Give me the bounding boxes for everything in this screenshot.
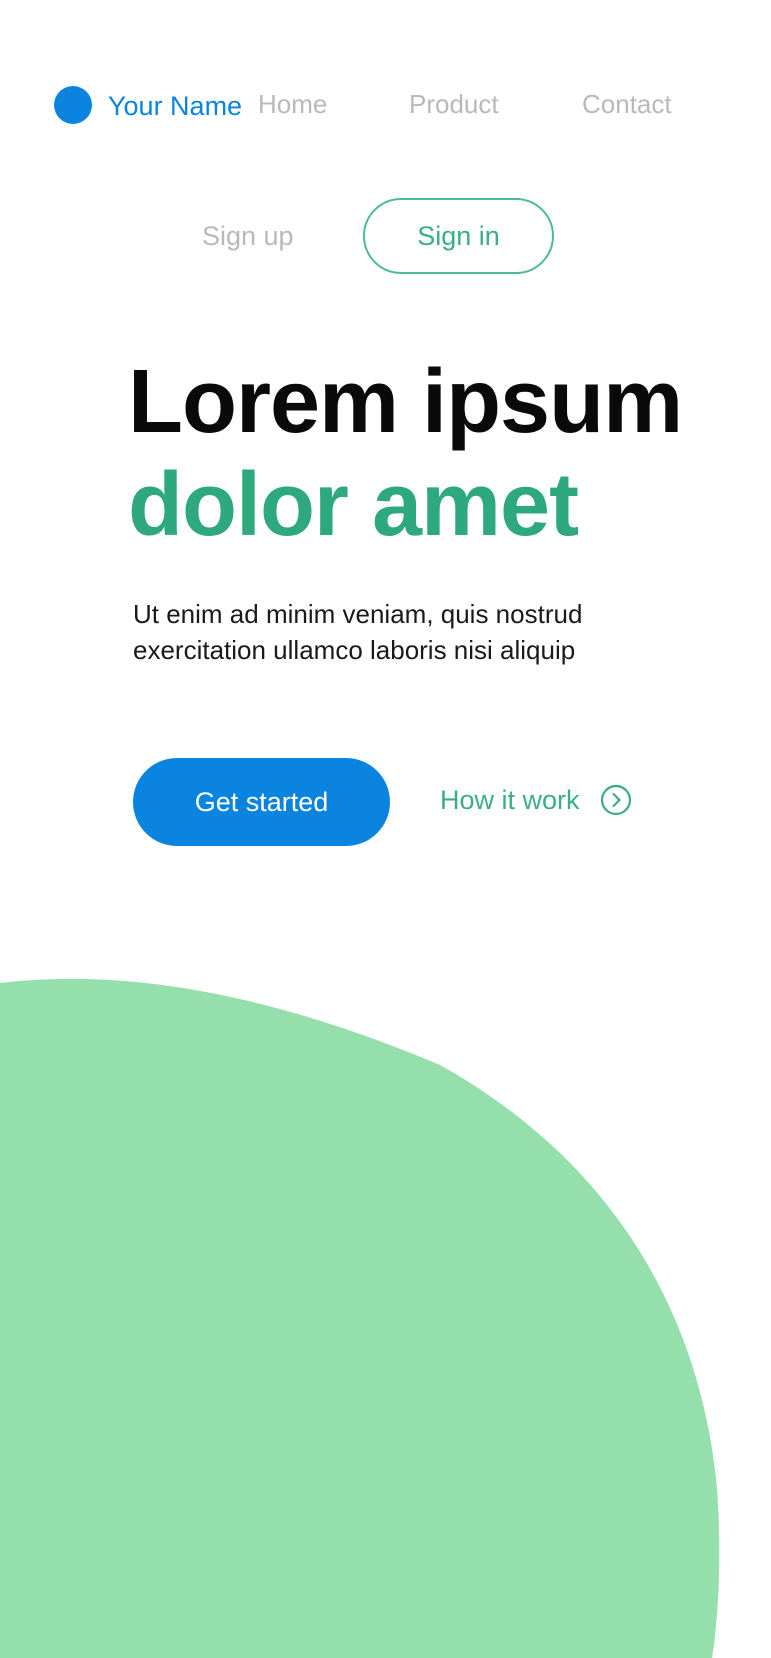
hero-description: Ut enim ad minim veniam, quis nostrud ex… [133,599,583,665]
nav-home[interactable]: Home [258,88,327,120]
hero-title-line-2: dolor amet [128,455,579,555]
sign-in-button[interactable]: Sign in [363,198,554,274]
how-it-work-link[interactable]: How it work [440,780,632,820]
how-it-work-label: How it work [440,785,580,815]
nav-contact[interactable]: Contact [582,88,672,120]
landing-page: Your Name Home Product Contact Sign up S… [0,0,771,1658]
logo-dot [54,86,92,124]
nav-product[interactable]: Product [409,88,499,120]
get-started-button[interactable]: Get started [133,758,390,846]
brand-name[interactable]: Your Name [108,90,242,122]
hero-title-line-1: Lorem ipsum [128,352,683,452]
sign-up-link[interactable]: Sign up [202,219,294,253]
chevron-right-circle-icon [600,784,632,816]
